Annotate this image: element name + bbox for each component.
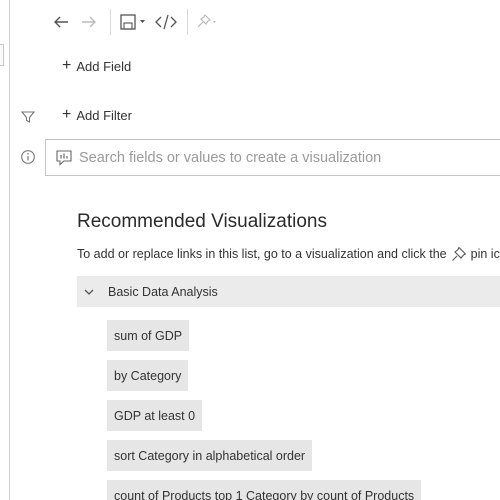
add-filter-button[interactable]: + Add Filter (62, 107, 132, 123)
search-box (45, 139, 500, 176)
add-filter-label: Add Filter (76, 107, 132, 123)
search-input[interactable] (79, 149, 500, 166)
toolbar-separator (110, 9, 111, 35)
left-panel-tab[interactable] (0, 44, 4, 66)
code-icon[interactable] (151, 8, 181, 36)
left-rail-divider (9, 0, 10, 500)
recommendation-chip[interactable]: by Category (107, 360, 189, 391)
info-icon[interactable] (20, 149, 36, 165)
back-arrow-icon[interactable] (48, 8, 74, 36)
recommendation-chip[interactable]: GDP at least 0 (107, 400, 203, 431)
section-basic-data-analysis[interactable]: Basic Data Analysis (77, 276, 500, 307)
description-text-start: To add or replace links in this list, go… (77, 247, 447, 261)
ask-data-icon (55, 149, 73, 167)
description-text-end: pin icon (470, 247, 500, 261)
add-field-label: Add Field (76, 58, 132, 74)
section-label: Basic Data Analysis (108, 284, 218, 299)
recommendation-chip[interactable]: count of Products top 1 Category by coun… (107, 480, 422, 500)
recommended-description: To add or replace links in this list, go… (77, 246, 500, 262)
recommendation-chip[interactable]: sum of GDP (107, 320, 190, 351)
plus-icon: + (62, 57, 72, 74)
recommendation-chip[interactable]: sort Category in alphabetical order (107, 440, 313, 471)
toolbar (48, 8, 220, 36)
filter-icon (20, 109, 36, 125)
pin-icon (451, 246, 467, 262)
pin-icon[interactable] (194, 8, 220, 36)
app-root: + Add Field + Add Filter Recom (0, 0, 500, 500)
chevron-down-icon (84, 288, 94, 296)
plus-icon: + (62, 106, 72, 123)
add-field-button[interactable]: + Add Field (62, 58, 131, 74)
toolbar-separator-2 (187, 9, 188, 35)
save-icon[interactable] (117, 8, 151, 36)
recommended-title: Recommended Visualizations (77, 211, 327, 232)
forward-arrow-icon[interactable] (74, 8, 104, 36)
